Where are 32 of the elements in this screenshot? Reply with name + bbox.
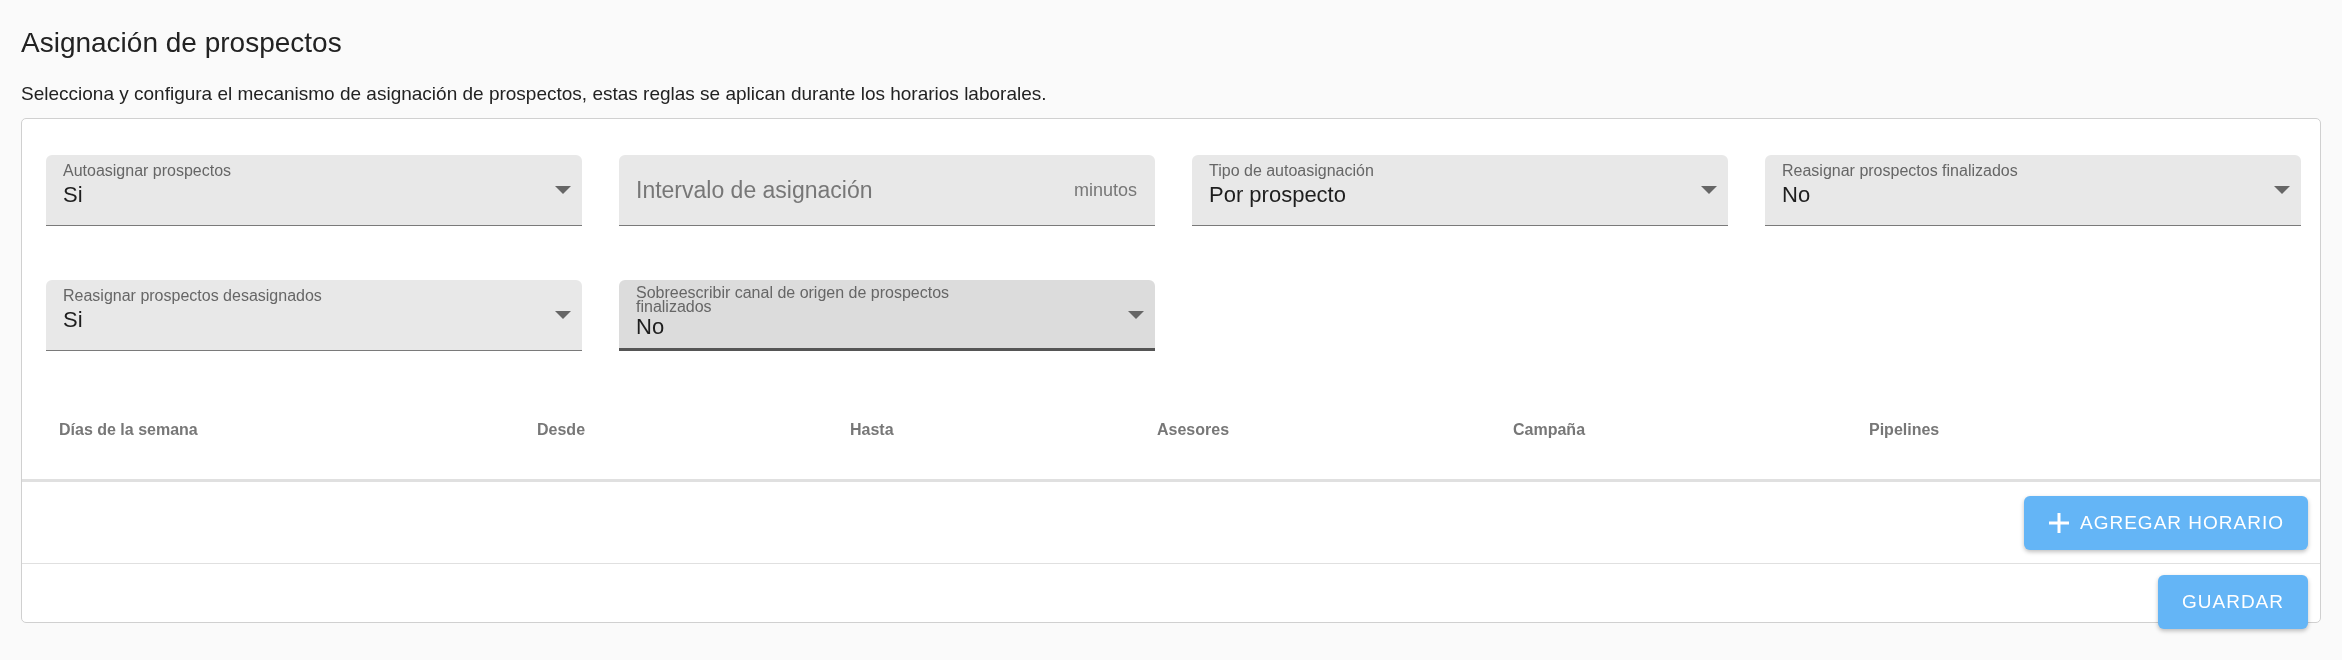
select-field[interactable]: Autoasignar prospectos Si [46, 155, 582, 226]
column-header: Hasta [850, 421, 894, 438]
column-header: Asesores [1157, 421, 1230, 438]
dropdown-arrow-icon[interactable] [1700, 185, 1718, 195]
select-field[interactable]: Reasignar prospectos desasignados Si [46, 280, 582, 351]
dropdown-arrow-icon[interactable] [1127, 310, 1145, 320]
unit-suffix: minutos [1073, 180, 1137, 201]
field-value: Si [63, 182, 83, 208]
page-title: Asignación de prospectos [21, 26, 343, 60]
column-header: Días de la semana [59, 421, 198, 438]
field-value: Si [63, 307, 83, 333]
input-field[interactable]: Intervalo de asignación minutos [619, 155, 1155, 226]
dropdown-arrow-icon[interactable] [2273, 185, 2291, 195]
field-value: No [1782, 182, 1811, 208]
field-value: No [636, 315, 665, 339]
field-label: Reasignar prospectos desasignados [63, 288, 323, 303]
select-field[interactable]: Reasignar prospectos finalizados No [1765, 155, 2301, 226]
select-field[interactable]: Sobreescribir canal de origen de prospectos finalizados No [619, 280, 1155, 351]
column-header: Pipelines [1869, 421, 1940, 438]
select-field[interactable]: Tipo de autoasignación Por prospecto [1192, 155, 1728, 226]
plus-icon [2048, 511, 2070, 534]
field-label: Sobreescribir canal de origen de prospectos finalizados [636, 286, 951, 314]
column-header: Campaña [1513, 421, 1586, 438]
dropdown-arrow-icon[interactable] [554, 185, 572, 195]
field-label: Reasignar prospectos finalizados [1782, 163, 2019, 178]
field-value: Por prospecto [1209, 182, 1346, 208]
page-description: Selecciona y configura el mecanismo de asignación de prospectos, estas reglas se aplican durante los horarios laborales. [21, 82, 1048, 106]
field-placeholder: Intervalo de asignación [636, 177, 873, 204]
field-label: Autoasignar prospectos [63, 163, 233, 178]
dropdown-arrow-icon[interactable] [554, 310, 572, 320]
column-header: Desde [537, 421, 586, 438]
field-label: Tipo de autoasignación [1209, 163, 1375, 178]
